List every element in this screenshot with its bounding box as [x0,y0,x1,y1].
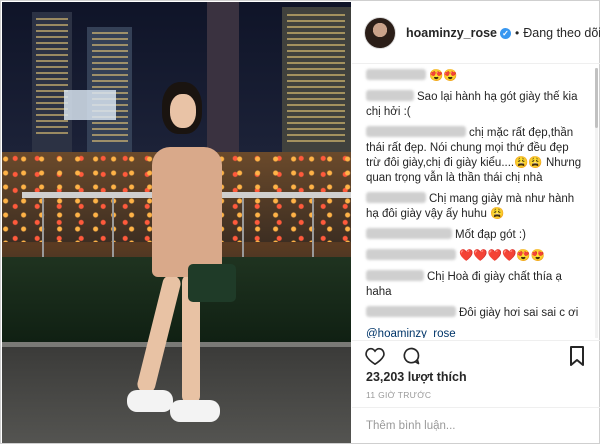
comment-text: 😍😍 [429,70,458,82]
action-bar [352,340,600,370]
post-photo[interactable] [2,2,351,443]
photo-rail-bar [312,198,314,258]
comment-item: ❤️❤️❤️❤️😍😍 [366,249,586,264]
photo-windows [36,18,68,138]
separator-dot: • [515,25,520,40]
comment-author-redacted[interactable] [366,90,414,101]
scrollbar-thumb[interactable] [595,68,598,128]
photo-rail-bar [42,198,44,258]
photo-person-dress [152,147,222,277]
add-comment-bar [352,407,600,443]
comment-item: Đôi giày hơi sai sai c ơi [366,306,586,321]
photo-handbag [188,264,236,302]
photo-shoe [127,390,173,412]
following-button[interactable]: Đang theo dõi [523,26,600,40]
photo-rail-bar [242,198,244,258]
photo-billboard [64,90,116,120]
photo-floor [2,347,351,443]
comment-author-redacted[interactable] [366,69,426,80]
comment-author-redacted[interactable] [366,126,466,137]
post-timestamp[interactable]: 11 GIỜ TRƯỚC [366,390,431,400]
comment-item: Chị Hoà đi giày chất thía ạ haha [366,270,586,300]
avatar[interactable] [364,16,396,49]
comment-text: ❤️❤️❤️❤️😍😍 [459,250,545,262]
comment-scrollbar[interactable] [595,68,598,338]
post-window: hoaminzy_rose ✓ • Đang theo dõi 😍😍 Sao lại… [0,0,600,444]
comment-author-redacted[interactable] [366,306,456,317]
photo-windows [287,14,345,144]
bookmark-icon[interactable] [566,345,588,367]
likes-count[interactable]: 23,203 lượt thích [366,370,467,384]
photo-shoe [170,400,220,422]
comment-author-redacted[interactable] [366,192,426,203]
heart-icon[interactable] [364,345,386,367]
comment-item: @hoaminzy_rose [366,327,586,338]
comment-author-redacted[interactable] [366,249,456,260]
comment-input[interactable] [366,419,586,432]
comment-item: Sao lại hành hạ gót giày thế kia chị hởi… [366,90,586,120]
username-text: hoaminzy_rose [406,25,498,40]
comment-item: Mốt đạp gót :) [366,228,586,243]
photo-rail-bar [112,198,114,258]
comment-author-redacted[interactable] [366,270,424,281]
comment-list[interactable]: 😍😍 Sao lại hành hạ gót giày thế kia chị h… [352,65,600,338]
post-sidebar: hoaminzy_rose ✓ • Đang theo dõi 😍😍 Sao lại… [352,2,600,444]
comment-icon[interactable] [400,345,422,367]
comment-text: Đôi giày hơi sai sai c ơi [459,307,579,319]
verified-icon: ✓ [500,27,512,39]
username-link[interactable]: hoaminzy_rose ✓ [406,25,512,40]
comment-author-redacted[interactable] [366,228,452,239]
comment-item: chị mặc rất đẹp,thần thái rất đẹp. Nói c… [366,126,586,186]
comment-text: Mốt đạp gót :) [455,229,526,241]
comment-item: Chị mang giày mà như hành hạ đôi giày vậ… [366,192,586,222]
photo-windows [92,32,128,142]
photo-building [207,2,239,152]
photo-person-face [170,94,196,128]
post-header: hoaminzy_rose ✓ • Đang theo dõi [352,2,600,64]
comment-mention[interactable]: @hoaminzy_rose [366,328,456,338]
comment-item: 😍😍 [366,69,586,84]
